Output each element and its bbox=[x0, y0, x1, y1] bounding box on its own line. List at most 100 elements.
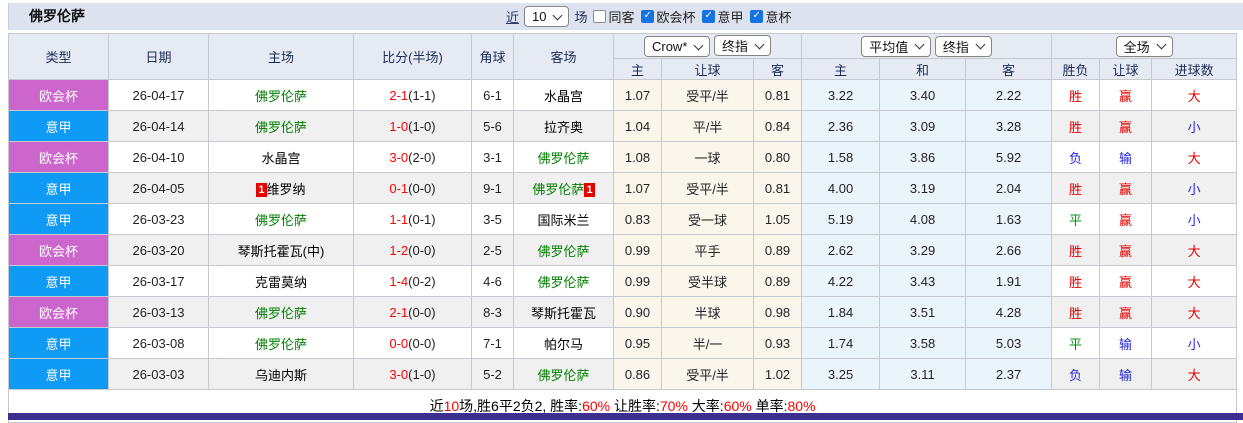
filter-checkbox-2[interactable]: 意甲 bbox=[701, 7, 744, 26]
asian-handicap: 受平/半 bbox=[661, 79, 754, 111]
asian-away-odds: 1.05 bbox=[752, 203, 803, 235]
match-date: 26-03-03 bbox=[108, 358, 209, 390]
chevron-down-icon bbox=[1156, 39, 1167, 50]
filter-checkbox-3[interactable]: 意杯 bbox=[749, 7, 792, 26]
chevron-down-icon bbox=[553, 10, 563, 20]
asian-home-odds: 0.99 bbox=[613, 234, 662, 266]
league-badge: 意甲 bbox=[8, 358, 109, 390]
sub-header-handicap-result: 让球 bbox=[1099, 58, 1153, 80]
asian-handicap: 一球 bbox=[661, 141, 754, 173]
euro-bookmaker-value: 平均值 bbox=[869, 39, 909, 55]
result-winlose: 负 bbox=[1051, 141, 1101, 173]
result-winlose: 胜 bbox=[1051, 79, 1101, 111]
corner-score: 8-3 bbox=[471, 296, 514, 328]
home-team-name: 佛罗伦萨 bbox=[254, 212, 307, 228]
match-score: 3-0(1-0) bbox=[353, 358, 472, 390]
away-team: 水晶宫 bbox=[513, 79, 614, 111]
panel-header: 佛罗伦萨 近 10 场 同客 欧会杯 意甲 意杯 bbox=[8, 3, 1243, 30]
home-team-name: 佛罗伦萨 bbox=[254, 119, 307, 135]
home-team-name: 琴斯托霍瓦(中) bbox=[237, 243, 325, 259]
fulltime-score: 2-1 bbox=[389, 304, 409, 320]
result-goals: 大 bbox=[1151, 234, 1238, 266]
asian-away-odds: 0.81 bbox=[752, 172, 803, 204]
away-team: 佛罗伦萨 bbox=[513, 234, 614, 266]
asian-time-select[interactable]: 终指 bbox=[714, 35, 772, 56]
euro-away-odds: 2.04 bbox=[965, 172, 1053, 204]
away-team: 佛罗伦萨 bbox=[513, 358, 614, 390]
euro-home-odds: 1.84 bbox=[801, 296, 881, 328]
table-row: 意甲 26-03-08 佛罗伦萨 0-0(0-0) 7-1 帕尔马 0.95 半… bbox=[8, 327, 1238, 359]
result-goals: 小 bbox=[1151, 110, 1238, 142]
result-winlose: 平 bbox=[1051, 327, 1101, 359]
euro-draw-odds: 3.11 bbox=[879, 358, 967, 390]
away-team-name: 帕尔马 bbox=[543, 336, 583, 352]
table-body: 欧会杯 26-04-17 佛罗伦萨 2-1(1-1) 6-1 水晶宫 1.07 … bbox=[8, 79, 1238, 390]
sub-header-euro-away: 客 bbox=[965, 58, 1053, 80]
checked-checkbox-icon[interactable] bbox=[701, 10, 715, 23]
table-row: 欧会杯 26-03-13 佛罗伦萨 2-1(0-0) 8-3 琴斯托霍瓦 0.9… bbox=[8, 296, 1238, 328]
halftime-score: (0-2) bbox=[408, 273, 436, 289]
euro-odds-group-header: 平均值 终指 bbox=[801, 33, 1053, 59]
result-goals: 小 bbox=[1151, 172, 1238, 204]
result-winlose: 平 bbox=[1051, 203, 1101, 235]
league-badge: 意甲 bbox=[8, 265, 109, 297]
corner-score: 9-1 bbox=[471, 172, 514, 204]
halftime-score: (1-1) bbox=[408, 87, 436, 103]
checked-checkbox-icon[interactable] bbox=[640, 10, 654, 23]
euro-away-odds: 5.03 bbox=[965, 327, 1053, 359]
fulltime-score: 1-2 bbox=[389, 242, 409, 258]
result-winlose: 胜 bbox=[1051, 265, 1101, 297]
filter-checkbox-0[interactable]: 同客 bbox=[592, 7, 635, 26]
home-team: 佛罗伦萨 bbox=[208, 79, 354, 111]
match-score: 2-1(0-0) bbox=[353, 296, 472, 328]
result-scope-select[interactable]: 全场 bbox=[1115, 35, 1173, 57]
away-team-name: 拉齐奥 bbox=[543, 119, 583, 135]
recent-link[interactable]: 近 bbox=[506, 7, 519, 26]
result-handicap: 赢 bbox=[1099, 296, 1153, 328]
fulltime-score: 1-0 bbox=[389, 118, 409, 134]
chevron-down-icon bbox=[975, 39, 986, 50]
fulltime-score: 3-0 bbox=[389, 366, 409, 382]
home-team-name: 佛罗伦萨 bbox=[254, 305, 307, 321]
result-group-header: 全场 bbox=[1051, 33, 1238, 59]
euro-home-odds: 4.00 bbox=[801, 172, 881, 204]
corner-score: 2-5 bbox=[471, 234, 514, 266]
euro-bookmaker-select[interactable]: 平均值 bbox=[861, 35, 932, 57]
filter-checkbox-1[interactable]: 欧会杯 bbox=[640, 7, 696, 26]
asian-home-odds: 1.07 bbox=[613, 172, 662, 204]
result-goals: 大 bbox=[1151, 79, 1238, 111]
summary-segment: 场,胜6平2负2, 胜率: bbox=[459, 398, 583, 414]
asian-handicap: 受半球 bbox=[661, 265, 754, 297]
euro-draw-odds: 3.29 bbox=[879, 234, 967, 266]
asian-bookmaker-select[interactable]: Crow* bbox=[643, 36, 711, 57]
asian-bookmaker-value: Crow* bbox=[651, 39, 688, 54]
euro-draw-odds: 3.40 bbox=[879, 79, 967, 111]
match-date: 26-04-14 bbox=[108, 110, 209, 142]
league-badge: 意甲 bbox=[8, 327, 109, 359]
match-date: 26-04-05 bbox=[108, 172, 209, 204]
match-count-select[interactable]: 10 bbox=[524, 6, 570, 27]
unchecked-checkbox-icon[interactable] bbox=[592, 10, 606, 23]
match-score: 2-1(1-1) bbox=[353, 79, 472, 111]
chevron-down-icon bbox=[914, 39, 925, 50]
match-score: 0-0(0-0) bbox=[353, 327, 472, 359]
home-team: 1 维罗纳 bbox=[208, 172, 354, 204]
result-goals: 大 bbox=[1151, 265, 1238, 297]
table-row: 意甲 26-03-17 克雷莫纳 1-4(0-2) 4-6 佛罗伦萨 0.99 … bbox=[8, 265, 1238, 297]
match-date: 26-03-08 bbox=[108, 327, 209, 359]
col-header-corner: 角球 bbox=[471, 33, 514, 80]
halftime-score: (1-0) bbox=[408, 366, 436, 382]
filter-label: 欧会杯 bbox=[656, 10, 696, 25]
euro-home-odds: 3.22 bbox=[801, 79, 881, 111]
result-winlose: 负 bbox=[1051, 358, 1101, 390]
asian-handicap: 受平/半 bbox=[661, 358, 754, 390]
summary-segment: 80% bbox=[787, 398, 816, 414]
halftime-score: (0-0) bbox=[408, 242, 436, 258]
halftime-score: (0-1) bbox=[408, 211, 436, 227]
checked-checkbox-icon[interactable] bbox=[749, 10, 763, 23]
euro-time-select[interactable]: 终指 bbox=[934, 35, 992, 57]
col-header-type: 类型 bbox=[8, 33, 109, 80]
away-team: 拉齐奥 bbox=[513, 110, 614, 142]
away-team-name: 琴斯托霍瓦 bbox=[530, 305, 596, 321]
result-handicap: 输 bbox=[1099, 327, 1153, 359]
